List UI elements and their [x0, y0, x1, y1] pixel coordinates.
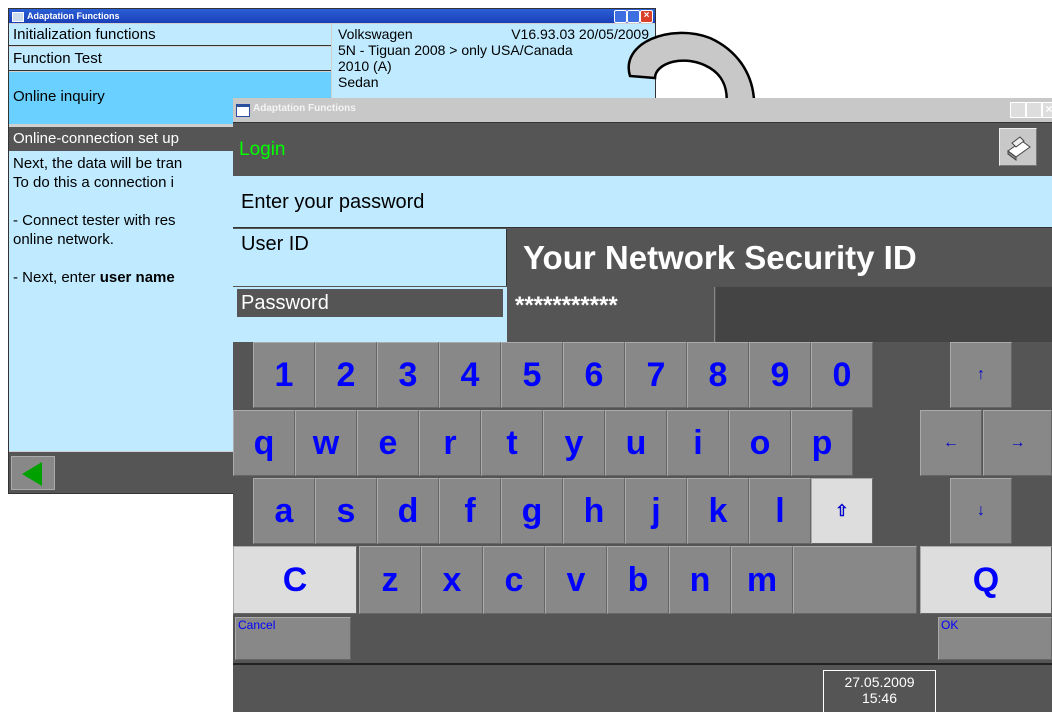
date-display: 27.05.2009	[844, 674, 915, 690]
login-window-titlebar: Adaptation Functions ×	[233, 98, 1052, 122]
user-id-value[interactable]: Your Network Security ID	[509, 229, 1052, 286]
key-y[interactable]: y	[543, 410, 605, 476]
password-field[interactable]: ***********	[509, 287, 715, 342]
clear-key[interactable]: C	[233, 546, 357, 614]
password-field-spacer	[716, 287, 1052, 342]
login-title: Login	[239, 139, 286, 160]
keyboard: 1 2 3 4 5 6 7 8 9 0 q w e r t y u i o p a s d f g h j k l ⇧ Cz x c v b n m Q ↑…	[233, 342, 1052, 662]
print-icon	[1007, 136, 1031, 161]
arrow-up-key[interactable]: ↑	[950, 342, 1012, 408]
back-button[interactable]	[11, 456, 55, 490]
key-b[interactable]: b	[607, 546, 669, 614]
login-window: Adaptation Functions × Login Enter your …	[233, 98, 1052, 712]
key-0[interactable]: 0	[811, 342, 873, 408]
key-5[interactable]: 5	[501, 342, 563, 408]
key-e[interactable]: e	[357, 410, 419, 476]
blank-key[interactable]	[793, 546, 917, 614]
key-d[interactable]: d	[377, 478, 439, 544]
bold-user-name: user name	[99, 269, 175, 286]
key-v[interactable]: v	[545, 546, 607, 614]
user-id-label: User ID	[233, 229, 507, 286]
key-r[interactable]: r	[419, 410, 481, 476]
minimize-icon[interactable]	[1010, 102, 1026, 118]
back-window-title: Adaptation Functions	[27, 11, 120, 21]
key-6[interactable]: 6	[563, 342, 625, 408]
key-l[interactable]: l	[749, 478, 811, 544]
key-i[interactable]: i	[667, 410, 729, 476]
quit-key[interactable]: Q	[920, 546, 1052, 614]
password-label: Password	[237, 289, 503, 317]
window-icon	[12, 12, 24, 22]
key-j[interactable]: j	[625, 478, 687, 544]
back-window-titlebar: Adaptation Functions ×	[9, 9, 655, 23]
key-z[interactable]: z	[359, 546, 421, 614]
key-m[interactable]: m	[731, 546, 793, 614]
time-display: 15:46	[861, 690, 898, 706]
window-icon	[236, 104, 250, 117]
key-t[interactable]: t	[481, 410, 543, 476]
print-button[interactable]	[999, 128, 1037, 166]
vehicle-make: Volkswagen	[338, 26, 413, 42]
key-1[interactable]: 1	[253, 342, 315, 408]
key-u[interactable]: u	[605, 410, 667, 476]
key-3[interactable]: 3	[377, 342, 439, 408]
key-p[interactable]: p	[791, 410, 853, 476]
close-icon[interactable]: ×	[1042, 102, 1052, 118]
key-a[interactable]: a	[253, 478, 315, 544]
key-4[interactable]: 4	[439, 342, 501, 408]
arrow-left-key[interactable]: ←	[920, 410, 982, 476]
key-w[interactable]: w	[295, 410, 357, 476]
key-x[interactable]: x	[421, 546, 483, 614]
menu-item-function-test[interactable]: Function Test	[9, 47, 331, 71]
key-q[interactable]: q	[233, 410, 295, 476]
key-8[interactable]: 8	[687, 342, 749, 408]
back-arrow-icon	[22, 462, 42, 486]
login-window-title: Adaptation Functions	[253, 103, 356, 114]
key-k[interactable]: k	[687, 478, 749, 544]
maximize-icon[interactable]	[1026, 102, 1042, 118]
arrow-right-key[interactable]: →	[983, 410, 1052, 476]
text-fragment: - Next, enter	[13, 269, 100, 286]
status-bar: 27.05.2009 15:46	[233, 663, 1052, 712]
key-7[interactable]: 7	[625, 342, 687, 408]
menu-item-initialization[interactable]: Initialization functions	[9, 24, 331, 46]
cancel-button[interactable]: Cancel	[235, 617, 351, 660]
password-label-panel: Password	[233, 287, 507, 342]
key-o[interactable]: o	[729, 410, 791, 476]
key-f[interactable]: f	[439, 478, 501, 544]
key-h[interactable]: h	[563, 478, 625, 544]
shift-key[interactable]: ⇧	[811, 478, 873, 544]
key-n[interactable]: n	[669, 546, 731, 614]
password-prompt: Enter your password	[233, 176, 1052, 228]
login-header: Login	[233, 122, 1052, 176]
datetime-display: 27.05.2009 15:46	[823, 670, 936, 712]
ok-button[interactable]: OK	[938, 617, 1052, 660]
arrow-down-key[interactable]: ↓	[950, 478, 1012, 544]
key-9[interactable]: 9	[749, 342, 811, 408]
key-s[interactable]: s	[315, 478, 377, 544]
key-g[interactable]: g	[501, 478, 563, 544]
key-2[interactable]: 2	[315, 342, 377, 408]
key-c[interactable]: c	[483, 546, 545, 614]
